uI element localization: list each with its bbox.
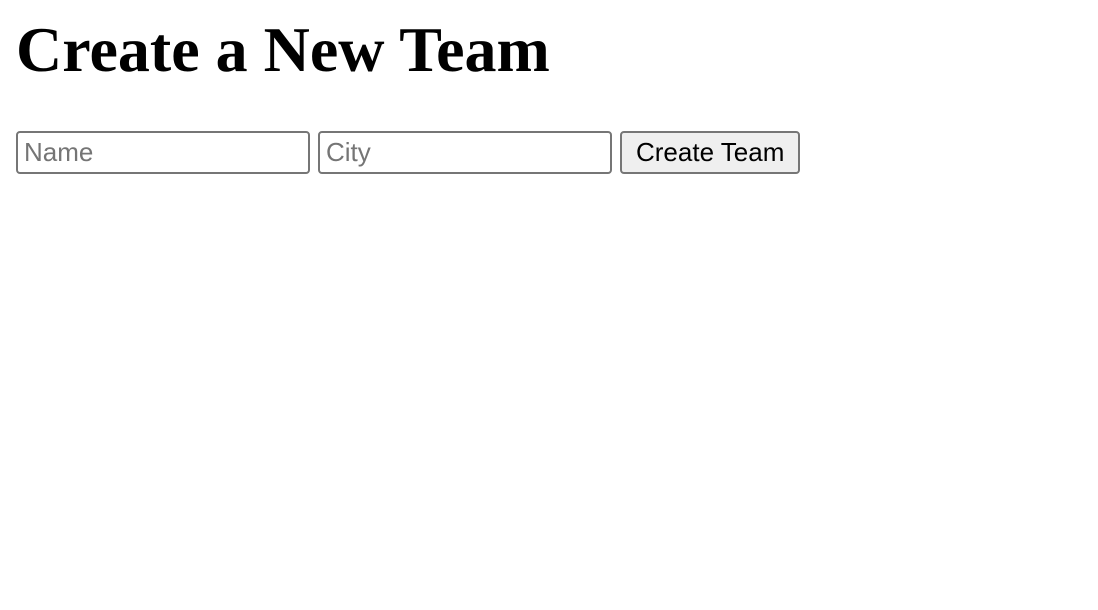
team-city-input[interactable]: [318, 131, 612, 174]
page: Create a New Team Create Team: [16, 0, 1098, 610]
create-team-form: Create Team: [16, 131, 801, 174]
create-team-button[interactable]: Create Team: [620, 131, 801, 174]
page-title: Create a New Team: [16, 14, 550, 85]
team-name-input[interactable]: [16, 131, 310, 174]
